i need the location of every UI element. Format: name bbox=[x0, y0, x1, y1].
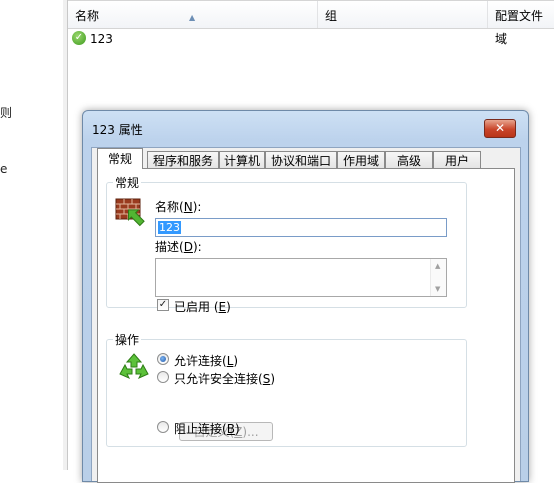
row-name: 123 bbox=[90, 32, 113, 46]
close-icon: ✕ bbox=[494, 121, 506, 135]
enabled-label-text: 已启用 bbox=[174, 300, 211, 314]
secure-access-key: S bbox=[262, 372, 271, 386]
description-label-text: 描述 bbox=[155, 240, 180, 254]
tab-general[interactable]: 常规 bbox=[97, 148, 143, 169]
column-header-name[interactable]: 名称 ▲ bbox=[68, 1, 318, 28]
name-label: 名称(N): bbox=[155, 200, 202, 214]
tab-scope[interactable]: 作用域 bbox=[337, 151, 385, 168]
column-header-label: 配置文件 bbox=[495, 9, 544, 23]
tab-programs-services[interactable]: 程序和服务 bbox=[147, 151, 219, 168]
allow-connection-text: 允许连接 bbox=[174, 354, 223, 368]
action-group: 操作 允许连接(L) 只允许安全连接(S) 自定义(Z)... 阻止连接(B) bbox=[106, 331, 467, 447]
tab-protocols-ports[interactable]: 协议和端口 bbox=[265, 151, 337, 168]
tab-label: 协议和端口 bbox=[270, 154, 331, 168]
tab-label: 作用域 bbox=[342, 154, 379, 168]
name-input-selected-text: 123 bbox=[158, 221, 181, 234]
enabled-check-icon: ✓ bbox=[72, 31, 86, 45]
column-header-group[interactable]: 组 bbox=[318, 1, 488, 28]
column-header-label: 名称 bbox=[75, 9, 100, 23]
scroll-up-icon[interactable]: ▲ bbox=[435, 262, 440, 270]
tab-label: 高级 bbox=[396, 154, 421, 168]
enabled-label[interactable]: 已启用 (E) bbox=[174, 298, 231, 315]
block-connection-text: 阻止连接 bbox=[174, 422, 223, 436]
description-scrollbar[interactable]: ▲ ▼ bbox=[430, 259, 446, 296]
description-textarea[interactable]: ▲ ▼ bbox=[155, 258, 447, 297]
list-header: 名称 ▲ 组 配置文件 bbox=[68, 0, 554, 29]
description-access-key: D bbox=[183, 240, 193, 254]
tab-advanced[interactable]: 高级 bbox=[385, 151, 433, 168]
tab-label: 计算机 bbox=[223, 154, 260, 168]
group-title: 常规 bbox=[113, 174, 142, 191]
allow-secure-text: 只允许安全连接 bbox=[174, 372, 259, 386]
name-access-key: N bbox=[183, 200, 193, 214]
allow-access-key: L bbox=[226, 354, 234, 368]
allow-connection-radio[interactable] bbox=[157, 353, 169, 365]
enabled-access-key: E bbox=[218, 300, 227, 314]
scroll-down-icon[interactable]: ▼ bbox=[435, 285, 440, 293]
general-group: 常规 名称(N): 123 描述(D): ▲ ▼ ✓ 已启用 (E) bbox=[106, 174, 467, 314]
block-connection-label[interactable]: 阻止连接(B) bbox=[174, 420, 240, 437]
close-button[interactable]: ✕ bbox=[484, 119, 516, 138]
navigation-pane: 则 e bbox=[0, 0, 64, 470]
block-connection-radio[interactable] bbox=[157, 421, 169, 433]
tab-computers[interactable]: 计算机 bbox=[219, 151, 265, 168]
dialog-title: 123 属性 bbox=[92, 123, 143, 137]
recycle-arrows-icon bbox=[119, 353, 149, 380]
nav-pane-text-fragment: e bbox=[0, 162, 8, 176]
row-profile: 域 bbox=[495, 32, 508, 46]
dialog-body: 常规 程序和服务 计算机 协议和端口 作用域 高级 用户 常规 名称(N): 1… bbox=[91, 147, 521, 483]
column-header-profile[interactable]: 配置文件 bbox=[488, 1, 554, 28]
block-access-key: B bbox=[226, 422, 235, 436]
name-input[interactable]: 123 bbox=[155, 218, 447, 237]
tab-label: 常规 bbox=[107, 152, 132, 166]
tab-page-general: 常规 名称(N): 123 描述(D): ▲ ▼ ✓ 已启用 (E) 操作 允许… bbox=[97, 168, 515, 483]
nav-pane-text-fragment: 则 bbox=[0, 106, 13, 120]
group-title: 操作 bbox=[113, 331, 142, 348]
description-label: 描述(D): bbox=[155, 240, 202, 254]
allow-connection-label[interactable]: 允许连接(L) bbox=[174, 352, 238, 369]
tab-label: 程序和服务 bbox=[152, 154, 213, 168]
properties-dialog: 123 属性 ✕ 常规 程序和服务 计算机 协议和端口 作用域 高级 用户 常规 bbox=[82, 110, 529, 483]
tab-label: 用户 bbox=[444, 154, 469, 168]
firewall-rule-icon bbox=[115, 198, 148, 228]
column-header-label: 组 bbox=[325, 9, 338, 23]
name-label-text: 名称 bbox=[155, 200, 180, 214]
allow-secure-label[interactable]: 只允许安全连接(S) bbox=[174, 370, 275, 387]
enabled-checkbox[interactable]: ✓ bbox=[157, 299, 169, 311]
table-row[interactable]: ✓ 123 域 bbox=[68, 28, 554, 50]
tab-users[interactable]: 用户 bbox=[433, 151, 481, 168]
allow-secure-radio[interactable] bbox=[157, 371, 169, 383]
